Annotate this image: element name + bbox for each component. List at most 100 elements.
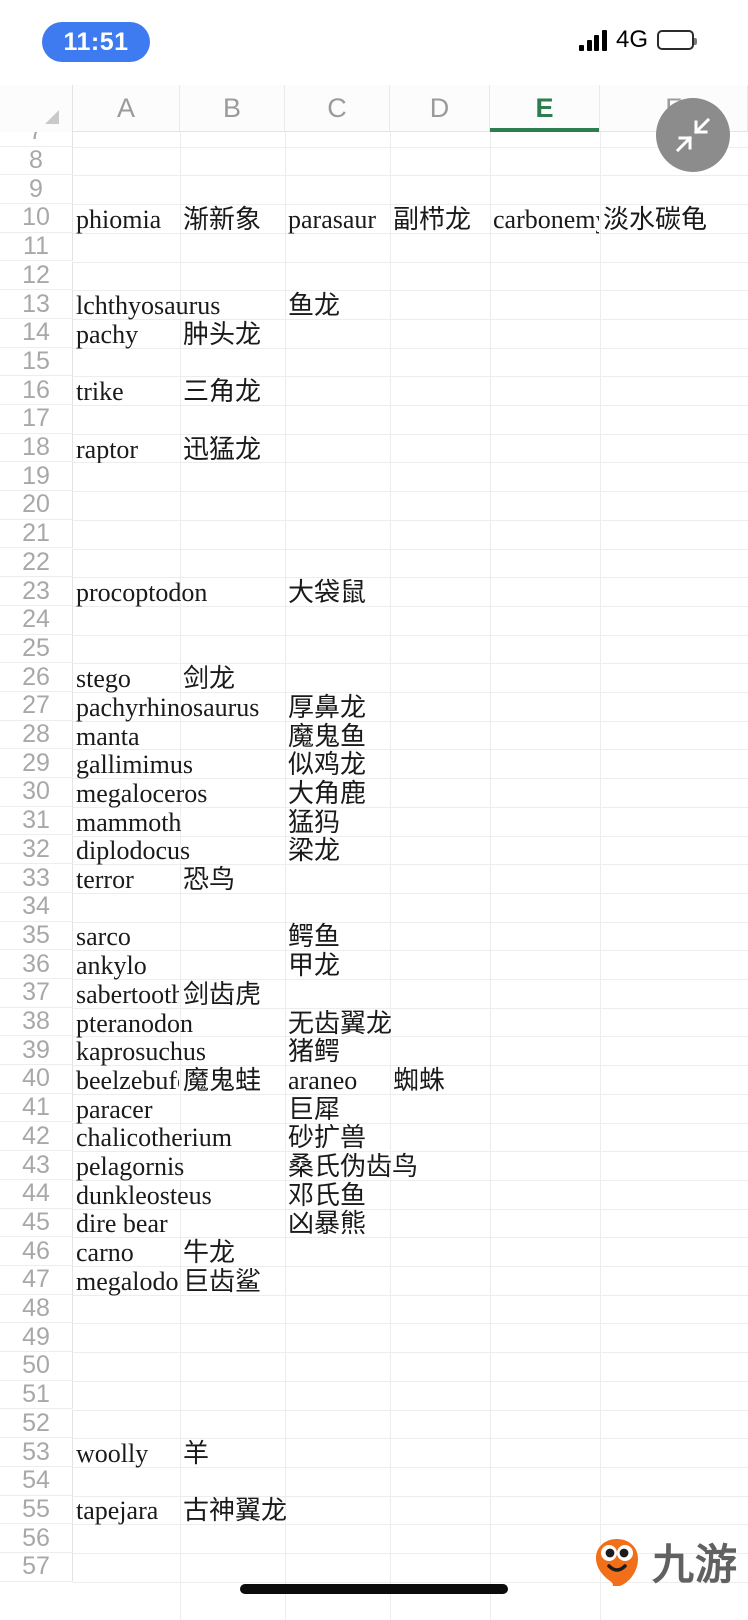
cell-B14[interactable]: 肿头龙 — [183, 320, 261, 349]
cell-B33[interactable]: 恐鸟 — [183, 865, 235, 894]
cell-A35[interactable]: sarco — [76, 923, 131, 952]
cell-A14[interactable]: pachy — [76, 320, 179, 349]
row-header-14[interactable]: 14 — [0, 318, 73, 348]
cell-A46[interactable]: carno — [76, 1238, 179, 1267]
select-all-corner[interactable] — [0, 85, 73, 132]
cell-A16[interactable]: trike — [76, 377, 179, 406]
cell-B18[interactable]: 迅猛龙 — [183, 435, 261, 464]
row-header-18[interactable]: 18 — [0, 433, 73, 463]
cell-C27[interactable]: 厚鼻龙 — [288, 693, 366, 722]
cell-C43[interactable]: 桑氏伪齿鸟 — [288, 1152, 418, 1181]
row-header-32[interactable]: 32 — [0, 835, 73, 865]
cell-A27[interactable]: pachyrhinosaurus — [76, 693, 259, 722]
cell-D10[interactable]: 副栉龙 — [393, 205, 489, 234]
row-header-10[interactable]: 10 — [0, 203, 73, 233]
row-header-25[interactable]: 25 — [0, 634, 73, 664]
cell-E10[interactable]: carbonemy — [493, 205, 599, 234]
row-header-50[interactable]: 50 — [0, 1351, 73, 1381]
row-header-43[interactable]: 43 — [0, 1151, 73, 1180]
cell-B47[interactable]: 巨齿鲨 — [183, 1267, 261, 1296]
cell-A42[interactable]: chalicotherium — [76, 1124, 232, 1153]
cell-C13[interactable]: 鱼龙 — [288, 291, 340, 320]
collapse-toolbar-button[interactable] — [656, 98, 730, 172]
cell-A47[interactable]: megalodon — [76, 1267, 179, 1296]
row-header-24[interactable]: 24 — [0, 605, 73, 635]
row-header-13[interactable]: 13 — [0, 290, 73, 319]
cell-A44[interactable]: dunkleosteus — [76, 1181, 212, 1210]
row-header-8[interactable]: 8 — [0, 146, 73, 176]
cell-A45[interactable]: dire bear — [76, 1210, 168, 1239]
row-header-47[interactable]: 47 — [0, 1265, 73, 1295]
row-header-42[interactable]: 42 — [0, 1122, 73, 1152]
row-header-16[interactable]: 16 — [0, 376, 73, 405]
cell-C36[interactable]: 甲龙 — [288, 951, 340, 980]
row-header-31[interactable]: 31 — [0, 806, 73, 836]
row-header-11[interactable]: 11 — [0, 232, 73, 262]
cell-C44[interactable]: 邓氏鱼 — [288, 1181, 366, 1210]
cell-C42[interactable]: 砂扩兽 — [288, 1124, 366, 1153]
row-header-26[interactable]: 26 — [0, 663, 73, 692]
cell-B53[interactable]: 羊 — [183, 1439, 209, 1468]
cell-A53[interactable]: woolly — [76, 1439, 179, 1468]
row-header-22[interactable]: 22 — [0, 548, 73, 578]
row-header-41[interactable]: 41 — [0, 1093, 73, 1123]
row-header-49[interactable]: 49 — [0, 1323, 73, 1353]
cell-A18[interactable]: raptor — [76, 435, 179, 464]
row-header-45[interactable]: 45 — [0, 1208, 73, 1238]
row-header-23[interactable]: 23 — [0, 577, 73, 606]
cell-C38[interactable]: 无齿翼龙 — [288, 1009, 392, 1038]
cell-A32[interactable]: diplodocus — [76, 837, 190, 866]
cell-A55[interactable]: tapejara — [76, 1497, 179, 1526]
cell-C31[interactable]: 猛犸 — [288, 808, 340, 837]
row-header-52[interactable]: 52 — [0, 1409, 73, 1439]
column-header-E[interactable]: E — [490, 85, 600, 132]
row-header-46[interactable]: 46 — [0, 1237, 73, 1266]
cell-C30[interactable]: 大角鹿 — [288, 779, 366, 808]
cell-A28[interactable]: manta — [76, 722, 140, 751]
cell-D40[interactable]: 蜘蛛 — [393, 1066, 445, 1095]
cell-C40[interactable]: araneo — [288, 1066, 389, 1095]
cell-A39[interactable]: kaprosuchus — [76, 1037, 206, 1066]
row-header-36[interactable]: 36 — [0, 950, 73, 979]
row-header-44[interactable]: 44 — [0, 1179, 73, 1209]
row-header-57[interactable]: 57 — [0, 1552, 73, 1582]
cell-C10[interactable]: parasaur — [288, 205, 389, 234]
cell-A13[interactable]: lchthyosaurus — [76, 291, 220, 320]
row-header-17[interactable]: 17 — [0, 404, 73, 434]
row-header-15[interactable]: 15 — [0, 347, 73, 377]
cell-A38[interactable]: pteranodon — [76, 1009, 193, 1038]
column-header-D[interactable]: D — [390, 85, 490, 132]
cell-A40[interactable]: beelzebufo — [76, 1066, 179, 1095]
cell-C45[interactable]: 凶暴熊 — [288, 1210, 366, 1239]
cell-A31[interactable]: mammoth — [76, 808, 181, 837]
row-header-19[interactable]: 19 — [0, 462, 73, 492]
spreadsheet[interactable]: ABCDEF 789101112131415161718192021222324… — [0, 85, 748, 1620]
cell-B37[interactable]: 剑齿虎 — [183, 980, 261, 1009]
grid[interactable]: 7891011121314151617181920212223242526272… — [0, 132, 748, 1620]
home-indicator[interactable] — [240, 1584, 508, 1594]
row-header-column[interactable]: 7891011121314151617181920212223242526272… — [0, 132, 73, 1620]
cell-C28[interactable]: 魔鬼鱼 — [288, 722, 366, 751]
cell-A41[interactable]: paracer — [76, 1095, 152, 1124]
cell-B16[interactable]: 三角龙 — [183, 377, 261, 406]
cell-C32[interactable]: 梁龙 — [288, 837, 340, 866]
row-header-37[interactable]: 37 — [0, 978, 73, 1008]
row-header-28[interactable]: 28 — [0, 720, 73, 750]
cell-B40[interactable]: 魔鬼蛙 — [183, 1066, 284, 1095]
cell-C35[interactable]: 鳄鱼 — [288, 923, 340, 952]
cell-F10[interactable]: 淡水碳龟 — [603, 205, 707, 234]
cell-A29[interactable]: gallimimus — [76, 750, 193, 779]
row-header-30[interactable]: 30 — [0, 777, 73, 807]
row-header-9[interactable]: 9 — [0, 175, 73, 205]
cell-A10[interactable]: phiomia — [76, 205, 179, 234]
cell-A33[interactable]: terror — [76, 865, 179, 894]
cell-area[interactable]: phiomia 渐新象 parasaur 副栉龙 carbonemy 淡水碳龟 lchthy… — [73, 132, 748, 1620]
cell-B26[interactable]: 剑龙 — [183, 664, 235, 693]
row-header-56[interactable]: 56 — [0, 1524, 73, 1553]
cell-A36[interactable]: ankylo — [76, 951, 147, 980]
cell-B10[interactable]: 渐新象 — [183, 205, 284, 234]
row-header-40[interactable]: 40 — [0, 1064, 73, 1094]
row-header-51[interactable]: 51 — [0, 1380, 73, 1410]
cell-C41[interactable]: 巨犀 — [288, 1095, 340, 1124]
cell-B46[interactable]: 牛龙 — [183, 1238, 235, 1267]
